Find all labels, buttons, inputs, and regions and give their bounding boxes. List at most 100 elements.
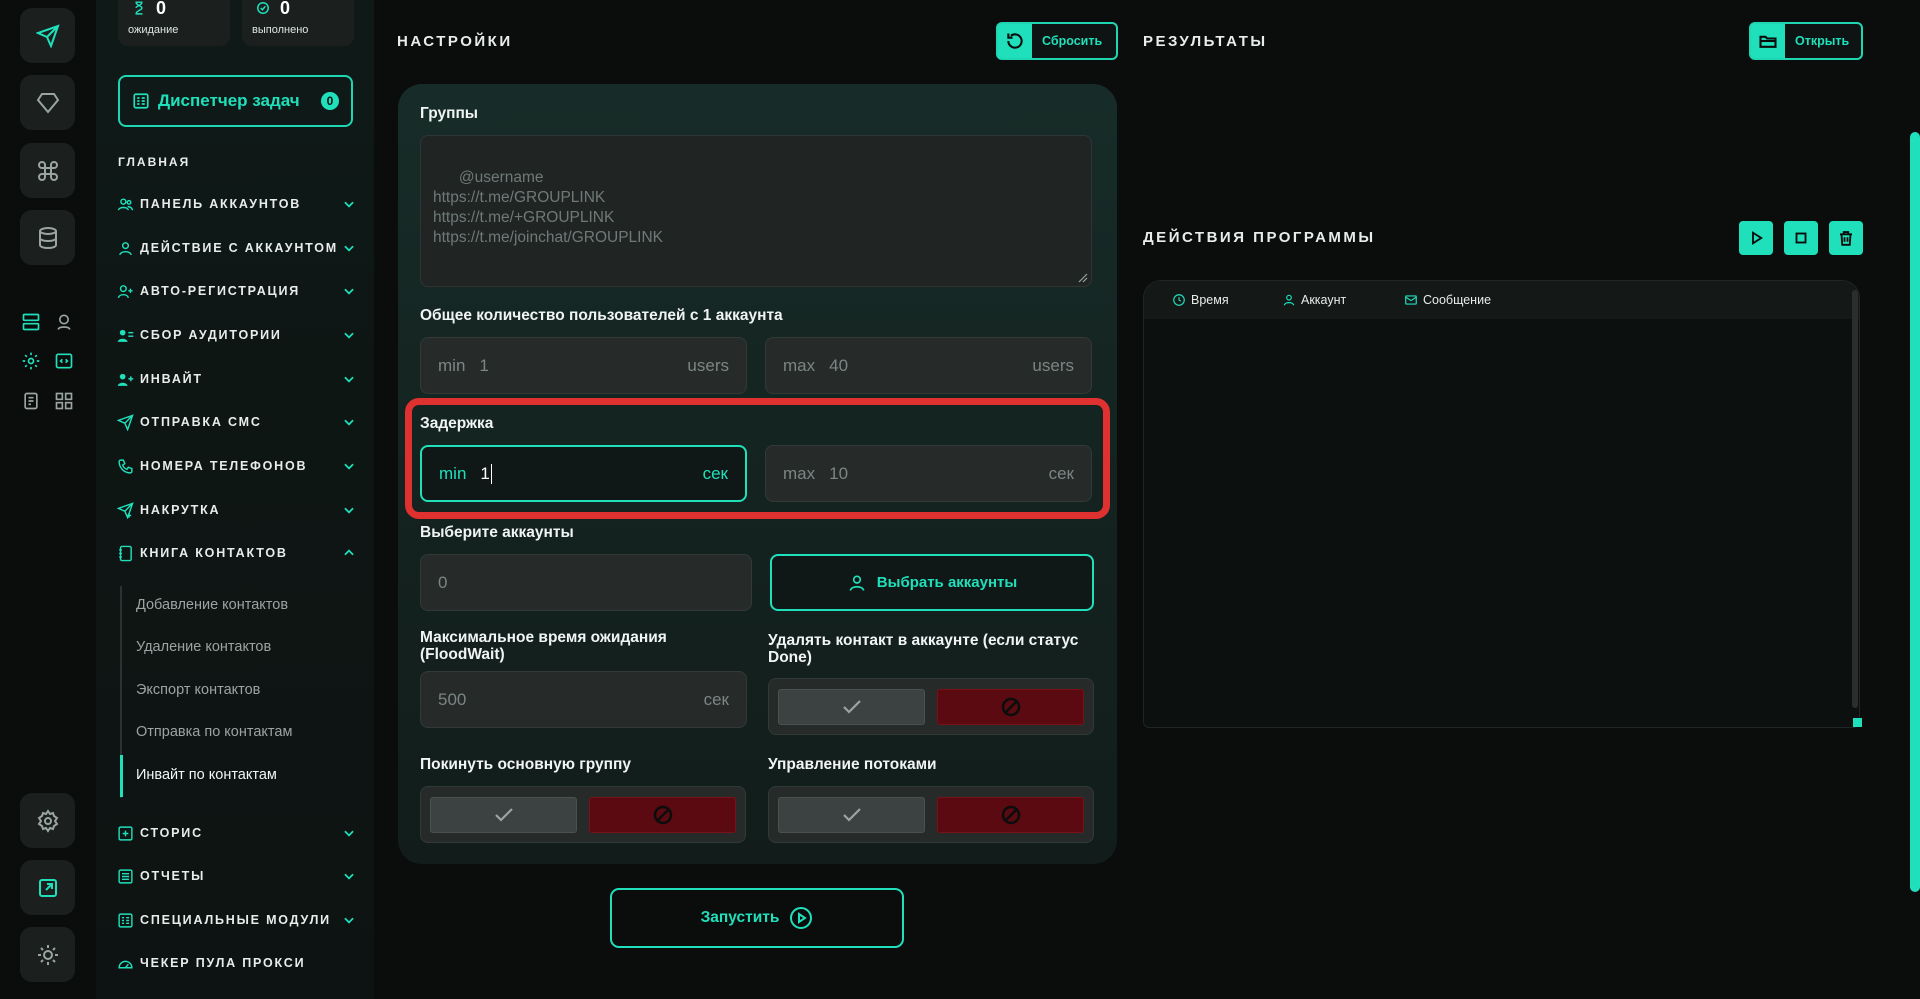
accounts-count-input[interactable]: 0 <box>420 554 752 611</box>
mail-icon <box>1405 295 1417 305</box>
stop-button[interactable] <box>1784 221 1818 255</box>
chevron-down-icon <box>344 463 354 470</box>
nav-item-account-actions[interactable]: ДЕЙСТВИЕ С АККАУНТОМ <box>116 233 356 263</box>
delete-contact-yes-button[interactable] <box>778 689 925 725</box>
contacts-book-icon <box>118 545 132 561</box>
nav-item-label: НАКРУТКА <box>140 503 221 517</box>
chevron-down-icon <box>344 332 354 339</box>
page-scrollbar[interactable] <box>1910 132 1920 892</box>
submenu-invite-by-contacts[interactable]: Инвайт по контактам <box>136 767 277 783</box>
nav-item-accounts-panel[interactable]: ПАНЕЛЬ АККАУНТОВ <box>116 189 356 219</box>
nav-item-label: ИНВАЙТ <box>140 372 203 386</box>
threads-yes-button[interactable] <box>778 797 925 833</box>
task-manager-button[interactable]: Диспетчер задач 0 <box>118 75 353 127</box>
delete-contact-toggle <box>768 678 1094 735</box>
rail-mini-location[interactable] <box>53 311 75 333</box>
groups-label: Группы <box>420 105 479 122</box>
nav-item-stories[interactable]: СТОРИС <box>116 818 356 848</box>
nav-item-proxy-checker[interactable]: ЧЕКЕР ПУЛА ПРОКСИ <box>116 948 356 978</box>
floodwait-label-line2: (FloodWait) <box>420 646 505 663</box>
nav-item-sms[interactable]: ОТПРАВКА СМС <box>116 407 356 437</box>
users-min-input[interactable]: min 1 users <box>420 337 747 394</box>
nav-item-auto-registration[interactable]: АВТО-РЕГИСТРАЦИЯ <box>116 276 356 306</box>
chevron-down-icon <box>344 245 354 252</box>
chevron-down-icon <box>344 507 354 514</box>
sidebar: 0 ожидание 0 выполнено Диспетчер задач 0… <box>96 0 374 999</box>
resize-grip-icon[interactable] <box>1078 273 1088 283</box>
chevron-down-icon <box>344 288 354 295</box>
floodwait-input[interactable]: 500 сек <box>420 671 747 728</box>
nav-item-special-modules[interactable]: СПЕЦИАЛЬНЫЕ МОДУЛИ <box>116 905 356 935</box>
nav-item-contacts-book[interactable]: КНИГА КОНТАКТОВ <box>116 538 356 568</box>
run-button[interactable]: Запустить <box>610 888 904 948</box>
check-circle-icon <box>257 2 269 14</box>
nav-item-audience[interactable]: СБОР АУДИТОРИИ <box>116 320 356 350</box>
submenu-active-indicator <box>120 755 123 797</box>
database-icon <box>38 226 57 249</box>
task-list-icon <box>133 93 149 109</box>
play-button[interactable] <box>1739 221 1773 255</box>
nav-item-invite[interactable]: ИНВАЙТ <box>116 364 356 394</box>
rail-settings-button[interactable] <box>20 793 75 848</box>
modules-icon <box>117 912 133 928</box>
rail-theme-button[interactable] <box>20 927 75 982</box>
chevron-down-icon <box>344 830 354 837</box>
users-min-unit: users <box>687 355 729 375</box>
submenu-send-by-contacts[interactable]: Отправка по контактам <box>136 724 292 740</box>
nav-item-reports[interactable]: ОТЧЕТЫ <box>116 861 356 891</box>
run-label: Запустить <box>700 909 780 926</box>
chevron-up-icon <box>344 549 354 556</box>
rail-database-button[interactable] <box>20 210 75 265</box>
rail-mini-settings[interactable] <box>20 350 42 372</box>
send-up-icon <box>116 501 134 519</box>
rail-command-button[interactable] <box>20 143 75 198</box>
nav-item-label: ОТЧЕТЫ <box>140 869 206 883</box>
rail-send-button[interactable] <box>20 8 75 63</box>
reset-button[interactable]: Сбросить <box>996 22 1118 60</box>
floodwait-unit: сек <box>703 689 729 709</box>
plus-square-icon <box>117 825 133 841</box>
stat-waiting-count: 0 <box>156 0 167 18</box>
clear-button[interactable] <box>1829 221 1863 255</box>
rail-mini-doc[interactable] <box>20 390 42 412</box>
clock-icon <box>1173 294 1185 306</box>
users-max-input[interactable]: max 40 users <box>765 337 1092 394</box>
log-col-account-label: Аккаунт <box>1301 293 1347 307</box>
submenu-delete-contacts[interactable]: Удаление контактов <box>136 639 271 655</box>
users-max-value: 40 <box>829 355 849 375</box>
rail-mini-code[interactable] <box>53 350 75 372</box>
rail-mini-db[interactable] <box>20 311 42 333</box>
delete-contact-label-line2: Done) <box>768 649 812 666</box>
ban-icon <box>1001 805 1020 825</box>
users-max-prefix: max <box>783 355 816 375</box>
threads-no-button[interactable] <box>937 797 1084 833</box>
nav-item-label: СТОРИС <box>140 826 203 840</box>
log-scrollbar[interactable] <box>1852 290 1858 708</box>
accounts-count-value: 0 <box>438 572 448 592</box>
nav-item-boost[interactable]: НАКРУТКА <box>116 495 356 525</box>
rail-external-button[interactable] <box>20 860 75 915</box>
log-resize-handle[interactable] <box>1853 718 1862 727</box>
log-col-account: Аккаунт <box>1282 293 1404 307</box>
leave-group-no-button[interactable] <box>589 797 736 833</box>
delete-contact-label: Удалять контакт в аккаунте (если статус … <box>768 632 1078 666</box>
user-list-icon <box>117 329 133 342</box>
rail-diamond-button[interactable] <box>20 75 75 130</box>
delay-highlight-box <box>405 398 1110 519</box>
reset-label: Сбросить <box>1042 34 1103 48</box>
users-min-value: 1 <box>479 355 489 375</box>
delete-contact-no-button[interactable] <box>937 689 1084 725</box>
rail-mini-grid[interactable] <box>53 390 75 412</box>
submenu-add-contacts[interactable]: Добавление контактов <box>136 597 288 613</box>
leave-group-yes-button[interactable] <box>430 797 577 833</box>
users-max-unit: users <box>1032 355 1074 375</box>
stat-done-count: 0 <box>280 0 291 18</box>
groups-textarea[interactable]: @username https://t.me/GROUPLINK https:/… <box>420 135 1092 287</box>
gauge-icon <box>117 960 133 968</box>
nav-item-phones[interactable]: НОМЕРА ТЕЛЕФОНОВ <box>116 451 356 481</box>
gear-icon <box>22 352 40 370</box>
select-accounts-button[interactable]: Выбрать аккаунты <box>770 554 1094 611</box>
open-button[interactable]: Открыть <box>1749 22 1863 60</box>
program-actions-log[interactable]: Время Аккаунт Сообщение <box>1143 280 1860 728</box>
submenu-export-contacts[interactable]: Экспорт контактов <box>136 682 260 698</box>
